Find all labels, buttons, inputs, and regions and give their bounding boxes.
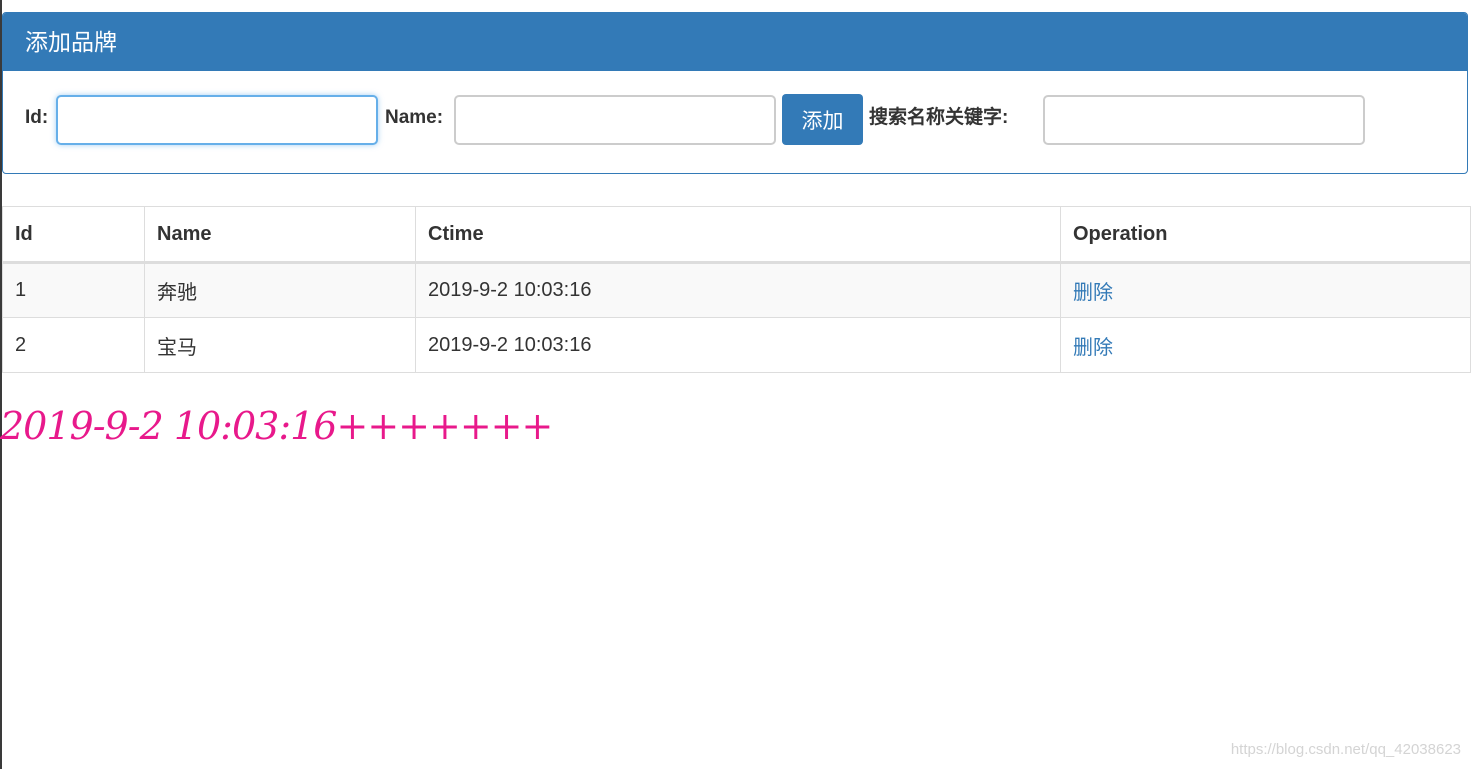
name-label: Name: — [385, 107, 444, 128]
cell-operation: 删除 — [1060, 262, 1471, 318]
cell-id: 1 — [2, 262, 145, 318]
header-name: Name — [144, 206, 416, 264]
watermark: https://blog.csdn.net/qq_42038623 — [1230, 741, 1461, 758]
time-display: 2019-9-2 10:03:16+++++++ — [0, 404, 553, 448]
id-label: Id: — [25, 107, 49, 128]
cell-id: 2 — [2, 317, 145, 373]
table-row: 1 奔驰 2019-9-2 10:03:16 删除 — [2, 262, 1471, 318]
search-label: 搜索名称关键字: — [869, 107, 1009, 128]
name-input[interactable] — [454, 95, 776, 145]
header-operation: Operation — [1060, 206, 1471, 264]
cell-name: 奔驰 — [144, 262, 416, 318]
cell-name: 宝马 — [144, 317, 416, 373]
header-ctime: Ctime — [415, 206, 1061, 264]
cell-ctime: 2019-9-2 10:03:16 — [415, 317, 1061, 373]
delete-link[interactable]: 删除 — [1073, 337, 1113, 359]
panel-title: 添加品牌 — [3, 13, 1467, 71]
add-brand-panel: 添加品牌 Id: Name: 添加 搜索名称关键字: — [2, 12, 1468, 174]
header-id: Id — [2, 206, 145, 264]
add-button[interactable]: 添加 — [782, 94, 863, 145]
brand-table: Id Name Ctime Operation 1 奔驰 2019-9-2 10… — [2, 206, 1471, 373]
table-header-row: Id Name Ctime Operation — [2, 206, 1471, 264]
cell-ctime: 2019-9-2 10:03:16 — [415, 262, 1061, 318]
search-input[interactable] — [1043, 95, 1365, 145]
table-row: 2 宝马 2019-9-2 10:03:16 删除 — [2, 317, 1471, 373]
delete-link[interactable]: 删除 — [1073, 282, 1113, 304]
id-input[interactable] — [56, 95, 378, 145]
cell-operation: 删除 — [1060, 317, 1471, 373]
